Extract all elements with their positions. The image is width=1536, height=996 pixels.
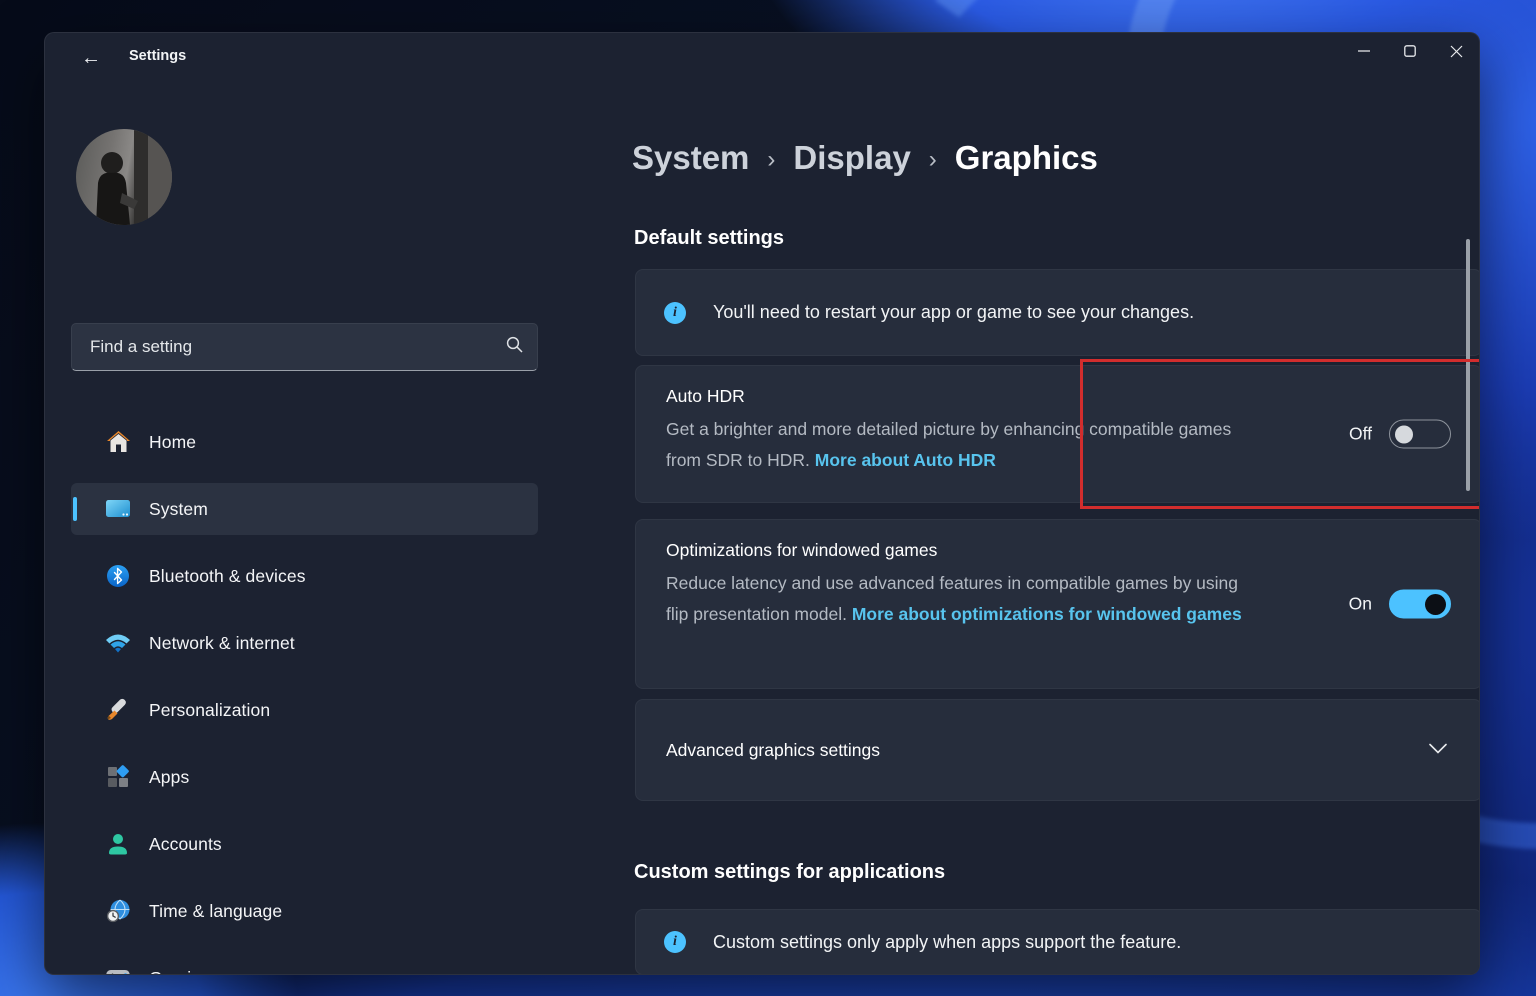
windowed-games-title: Optimizations for windowed games: [666, 540, 1451, 561]
custom-settings-info-banner: i Custom settings only apply when apps s…: [635, 909, 1480, 975]
titlebar: ← Settings: [45, 33, 1479, 83]
breadcrumb-separator-icon: ›: [929, 146, 937, 174]
info-icon: i: [664, 931, 686, 953]
custom-banner-text: Custom settings only apply when apps sup…: [713, 932, 1181, 953]
breadcrumb-graphics: Graphics: [955, 139, 1098, 177]
home-icon: [105, 429, 131, 455]
minimize-icon: [1358, 45, 1370, 57]
wifi-icon: [105, 630, 131, 656]
auto-hdr-card: Auto HDR Get a brighter and more detaile…: [635, 365, 1480, 503]
sidebar-item-bluetooth-devices[interactable]: Bluetooth & devices: [71, 553, 538, 599]
breadcrumb-display[interactable]: Display: [793, 139, 910, 177]
sidebar-item-label: Accounts: [149, 834, 222, 855]
auto-hdr-more-link[interactable]: More about Auto HDR: [815, 450, 996, 470]
apps-icon: [105, 764, 131, 790]
sidebar-item-label: Time & language: [149, 901, 282, 922]
scrollbar-thumb[interactable]: [1466, 239, 1470, 491]
sidebar-item-label: Personalization: [149, 700, 270, 721]
restart-info-banner: i You'll need to restart your app or gam…: [635, 269, 1480, 356]
user-avatar[interactable]: [76, 129, 172, 225]
sidebar-item-accounts[interactable]: Accounts: [71, 821, 538, 867]
info-icon: i: [664, 302, 686, 324]
auto-hdr-title: Auto HDR: [666, 386, 1451, 407]
gamepad-icon: [105, 965, 131, 975]
sidebar-item-system[interactable]: System: [71, 483, 538, 535]
breadcrumb-separator-icon: ›: [767, 146, 775, 174]
sidebar-nav: Home System Bluetooth & devices Network …: [71, 419, 538, 975]
chevron-down-icon[interactable]: [1429, 741, 1447, 759]
sidebar: Home System Bluetooth & devices Network …: [45, 83, 582, 974]
paintbrush-icon: [105, 697, 131, 723]
auto-hdr-toggle[interactable]: [1389, 420, 1451, 449]
minimize-button[interactable]: [1341, 33, 1387, 69]
auto-hdr-toggle-label: Off: [1349, 424, 1372, 445]
sidebar-item-apps[interactable]: Apps: [71, 754, 538, 800]
settings-window: ← Settings: [44, 32, 1480, 975]
sidebar-item-gaming[interactable]: Gaming: [71, 955, 538, 975]
maximize-icon: [1404, 45, 1416, 57]
search-box[interactable]: [71, 323, 538, 371]
sidebar-item-network-internet[interactable]: Network & internet: [71, 620, 538, 666]
windowed-games-more-link[interactable]: More about optimizations for windowed ga…: [852, 604, 1242, 624]
close-icon: [1450, 45, 1463, 58]
globe-clock-icon: [105, 898, 131, 924]
windowed-games-toggle-label: On: [1349, 594, 1372, 615]
toggle-knob: [1395, 425, 1413, 443]
system-icon: [105, 496, 131, 522]
sidebar-item-label: System: [149, 499, 208, 520]
advanced-graphics-card[interactable]: Advanced graphics settings: [635, 699, 1480, 801]
windowed-games-card: Optimizations for windowed games Reduce …: [635, 519, 1480, 689]
sidebar-item-home[interactable]: Home: [71, 419, 538, 465]
breadcrumb: System › Display › Graphics: [632, 139, 1098, 177]
sidebar-item-label: Bluetooth & devices: [149, 566, 306, 587]
sidebar-item-label: Network & internet: [149, 633, 295, 654]
restart-banner-text: You'll need to restart your app or game …: [713, 302, 1194, 323]
app-title: Settings: [129, 48, 186, 64]
default-settings-heading: Default settings: [634, 227, 784, 250]
window-controls: [1341, 33, 1479, 69]
sidebar-item-label: Apps: [149, 767, 189, 788]
account-person-icon: [105, 831, 131, 857]
search-icon[interactable]: [506, 336, 523, 358]
back-arrow-icon: ←: [81, 47, 101, 70]
main-content: System › Display › Graphics Default sett…: [582, 83, 1479, 974]
advanced-graphics-title: Advanced graphics settings: [666, 740, 880, 761]
close-button[interactable]: [1433, 33, 1479, 69]
toggle-knob: [1425, 594, 1446, 615]
sidebar-item-time-language[interactable]: Time & language: [71, 888, 538, 934]
maximize-button[interactable]: [1387, 33, 1433, 69]
sidebar-item-label: Gaming: [149, 968, 211, 976]
sidebar-item-label: Home: [149, 432, 196, 453]
breadcrumb-system[interactable]: System: [632, 139, 749, 177]
sidebar-item-personalization[interactable]: Personalization: [71, 687, 538, 733]
bluetooth-icon: [105, 563, 131, 589]
search-input[interactable]: [90, 337, 506, 357]
avatar-photo: [76, 129, 172, 225]
windowed-games-toggle[interactable]: [1389, 590, 1451, 619]
back-button[interactable]: ←: [71, 41, 111, 75]
custom-settings-heading: Custom settings for applications: [634, 861, 945, 884]
